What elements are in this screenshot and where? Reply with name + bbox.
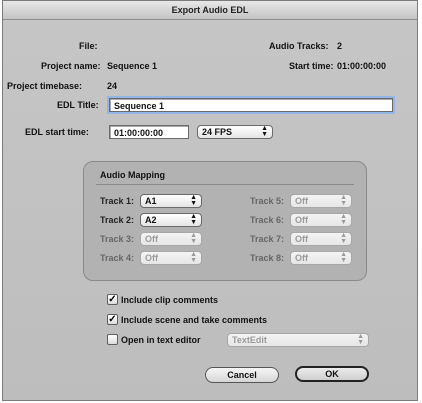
cancel-button[interactable]: Cancel (205, 367, 279, 383)
fps-value: 24 FPS (202, 127, 233, 137)
track-3-label: Track 3: (100, 234, 135, 244)
track-7-value: Off (295, 234, 308, 244)
audio-tracks-label: Audio Tracks: (269, 41, 329, 51)
track-8-label: Track 8: (250, 253, 285, 263)
popup-arrows-icon: ▲ ▼ (340, 251, 347, 264)
audio-tracks-value: 2 (337, 41, 343, 51)
project-timebase-label: Project timebase: (7, 81, 83, 91)
popup-arrows-icon: ▲ ▼ (261, 125, 268, 138)
edl-title-label: EDL Title: (57, 100, 99, 110)
audio-mapping-divider (96, 184, 354, 185)
window-title: Export Audio EDL (3, 1, 417, 20)
open-in-text-editor-label: Open in text editor (121, 335, 201, 345)
track-5-label: Track 5: (250, 196, 285, 206)
track-2-value: A2 (145, 215, 157, 225)
edl-start-time-field[interactable]: 01:00:00:00 (109, 125, 189, 139)
track-6-popup: Off ▲ ▼ (290, 213, 352, 227)
track-4-value: Off (145, 253, 158, 263)
popup-arrows-icon: ▲ ▼ (190, 213, 197, 226)
popup-arrows-icon: ▲ ▼ (357, 333, 364, 346)
popup-arrows-icon: ▲ ▼ (190, 251, 197, 264)
audio-mapping-group: Audio Mapping Track 1: A1 ▲ ▼ Track 2: A2… (83, 161, 367, 281)
project-name-value: Sequence 1 (107, 61, 158, 71)
start-time-value: 01:00:00:00 (337, 61, 387, 71)
track-4-popup: Off ▲ ▼ (140, 251, 202, 265)
include-clip-comments-checkbox[interactable]: ✓ (107, 294, 118, 305)
audio-mapping-title: Audio Mapping (100, 170, 165, 180)
track-7-popup: Off ▲ ▼ (290, 232, 352, 246)
track-2-popup[interactable]: A2 ▲ ▼ (140, 213, 202, 227)
popup-arrows-icon: ▲ ▼ (340, 232, 347, 245)
project-timebase-value: 24 (107, 81, 118, 91)
project-name-label: Project name: (41, 61, 101, 71)
popup-arrows-icon: ▲ ▼ (190, 194, 197, 207)
track-2-label: Track 2: (100, 215, 135, 225)
fps-popup[interactable]: 24 FPS ▲ ▼ (197, 125, 273, 139)
ok-button[interactable]: OK (295, 366, 369, 382)
checkmark-icon: ✓ (108, 314, 117, 325)
text-editor-value: TextEdit (232, 335, 267, 345)
start-time-label: Start time: (289, 61, 334, 71)
popup-arrows-icon: ▲ ▼ (190, 232, 197, 245)
track-5-value: Off (295, 196, 308, 206)
popup-arrows-icon: ▲ ▼ (340, 194, 347, 207)
track-8-popup: Off ▲ ▼ (290, 251, 352, 265)
include-scene-take-checkbox[interactable]: ✓ (107, 314, 118, 325)
track-1-label: Track 1: (100, 196, 135, 206)
edl-title-field[interactable]: Sequence 1 (107, 96, 395, 114)
track-6-label: Track 6: (250, 215, 285, 225)
file-label: File: (79, 41, 98, 51)
track-6-value: Off (295, 215, 308, 225)
track-3-popup: Off ▲ ▼ (140, 232, 202, 246)
include-scene-take-label: Include scene and take comments (121, 315, 268, 325)
export-audio-edl-dialog: Export Audio EDL File: Audio Tracks: 2 P… (2, 0, 418, 401)
text-editor-popup: TextEdit ▲ ▼ (227, 333, 369, 347)
include-clip-comments-label: Include clip comments (121, 295, 219, 305)
track-3-value: Off (145, 234, 158, 244)
popup-arrows-icon: ▲ ▼ (340, 213, 347, 226)
track-7-label: Track 7: (250, 234, 285, 244)
track-4-label: Track 4: (100, 253, 135, 263)
track-8-value: Off (295, 253, 308, 263)
track-1-popup[interactable]: A1 ▲ ▼ (140, 194, 202, 208)
checkmark-icon: ✓ (108, 294, 117, 305)
track-5-popup: Off ▲ ▼ (290, 194, 352, 208)
track-1-value: A1 (145, 196, 157, 206)
open-in-text-editor-checkbox[interactable] (107, 334, 118, 345)
edl-start-time-label: EDL start time: (25, 127, 89, 137)
